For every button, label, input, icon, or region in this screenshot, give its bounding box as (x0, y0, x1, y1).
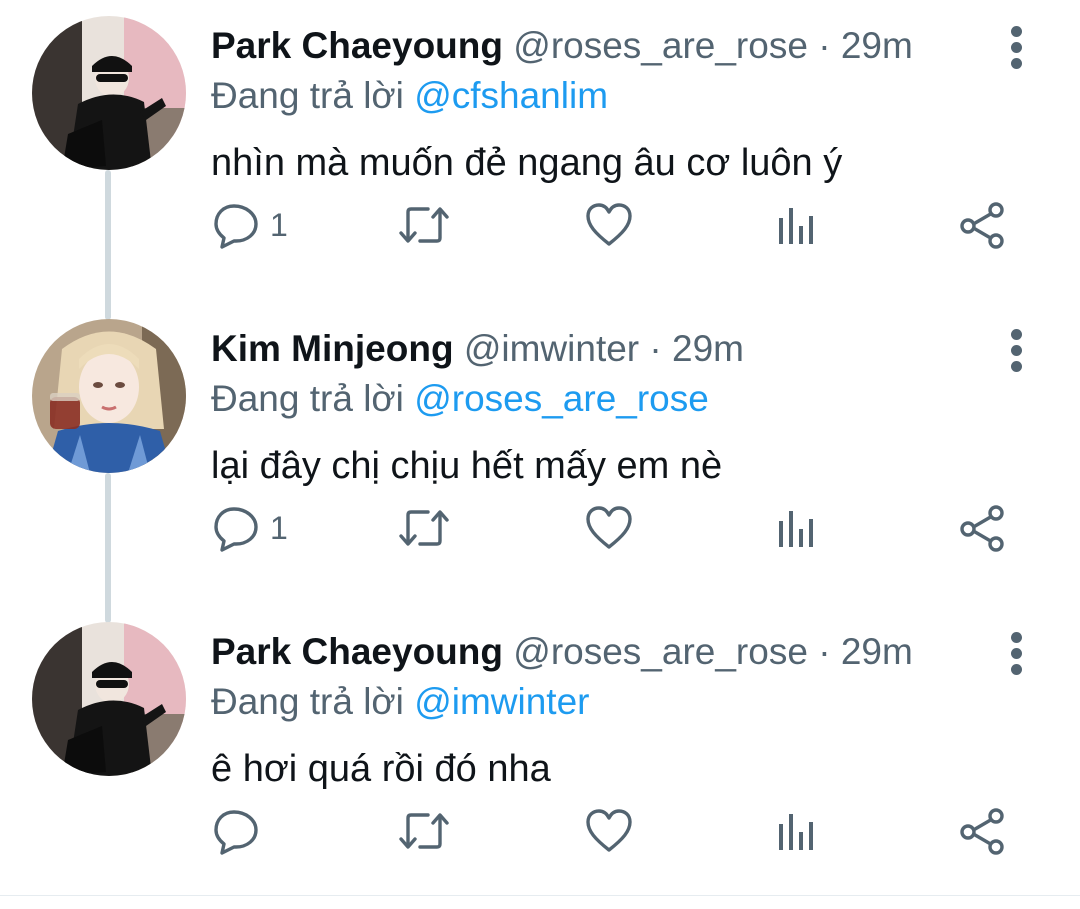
display-name[interactable]: Kim Minjeong (211, 328, 454, 369)
replying-to-label: Đang trả lời (211, 75, 404, 116)
more-options-icon[interactable] (1000, 632, 1034, 676)
timestamp[interactable]: 29m (841, 631, 913, 672)
heart-icon (586, 203, 632, 246)
more-options-icon[interactable] (1000, 26, 1034, 70)
share-nodes-icon (960, 202, 1004, 249)
mention-link[interactable]: @roses_are_rose (414, 378, 709, 419)
tweet-text: nhìn mà muốn đẻ ngang âu cơ luôn ý (211, 142, 843, 184)
reply-count: 1 (270, 510, 288, 546)
separator-dot: · (649, 328, 662, 369)
bar-stats-icon (779, 208, 813, 244)
avatar-photo (32, 16, 186, 170)
share-nodes-icon (960, 505, 1004, 552)
reply-bubble-icon (214, 204, 258, 249)
reply-bubble-icon (214, 810, 258, 855)
retweet-button[interactable] (398, 806, 450, 856)
tweet[interactable]: Park Chaeyoung @roses_are_rose · 29m Đan… (0, 0, 1080, 303)
separator-dot: · (818, 25, 831, 66)
timestamp[interactable]: 29m (672, 328, 744, 369)
tweet-header: Park Chaeyoung @roses_are_rose · 29m (211, 22, 913, 70)
share-nodes-icon (960, 808, 1004, 855)
analytics-button[interactable] (776, 503, 816, 553)
tweet-text: ê hơi quá rồi đó nha (211, 748, 551, 790)
reply-button[interactable]: 1 (214, 503, 288, 553)
retweet-arrows-icon (399, 510, 449, 546)
retweet-arrows-icon (399, 813, 449, 849)
replying-to-label: Đang trả lời (211, 681, 404, 722)
avatar-photo (32, 622, 186, 776)
tweet-text: lại đây chị chịu hết mấy em nè (211, 445, 723, 487)
like-button[interactable] (585, 503, 633, 553)
display-name[interactable]: Park Chaeyoung (211, 631, 503, 672)
heart-icon (586, 809, 632, 852)
avatar[interactable] (32, 16, 186, 170)
analytics-button[interactable] (776, 806, 816, 856)
share-button[interactable] (958, 503, 1006, 553)
replying-to-label: Đang trả lời (211, 378, 404, 419)
divider (0, 895, 1080, 896)
bar-stats-icon (779, 814, 813, 850)
mention-link[interactable]: @imwinter (414, 681, 589, 722)
share-button[interactable] (958, 200, 1006, 250)
user-handle[interactable]: @imwinter (464, 328, 639, 369)
replying-to: Đang trả lời @cfshanlim (211, 72, 608, 120)
retweet-button[interactable] (398, 503, 450, 553)
tweet[interactable]: Park Chaeyoung @roses_are_rose · 29m Đan… (0, 606, 1080, 909)
replying-to: Đang trả lời @imwinter (211, 678, 590, 726)
timestamp[interactable]: 29m (841, 25, 913, 66)
avatar-photo (32, 319, 186, 473)
replying-to: Đang trả lời @roses_are_rose (211, 375, 709, 423)
tweet-header: Park Chaeyoung @roses_are_rose · 29m (211, 628, 913, 676)
share-button[interactable] (958, 806, 1006, 856)
bar-stats-icon (779, 511, 813, 547)
display-name[interactable]: Park Chaeyoung (211, 25, 503, 66)
reply-button[interactable]: 1 (214, 200, 288, 250)
heart-icon (586, 506, 632, 549)
avatar[interactable] (32, 319, 186, 473)
user-handle[interactable]: @roses_are_rose (513, 631, 808, 672)
retweet-button[interactable] (398, 200, 450, 250)
reply-button[interactable] (214, 806, 260, 856)
analytics-button[interactable] (776, 200, 816, 250)
like-button[interactable] (585, 806, 633, 856)
user-handle[interactable]: @roses_are_rose (513, 25, 808, 66)
mention-link[interactable]: @cfshanlim (414, 75, 608, 116)
tweet-header: Kim Minjeong @imwinter · 29m (211, 325, 744, 373)
avatar[interactable] (32, 622, 186, 776)
like-button[interactable] (585, 200, 633, 250)
separator-dot: · (818, 631, 831, 672)
more-options-icon[interactable] (1000, 329, 1034, 373)
tweet[interactable]: Kim Minjeong @imwinter · 29m Đang trả lờ… (0, 303, 1080, 606)
reply-count: 1 (270, 207, 288, 243)
reply-bubble-icon (214, 507, 258, 552)
retweet-arrows-icon (399, 207, 449, 243)
